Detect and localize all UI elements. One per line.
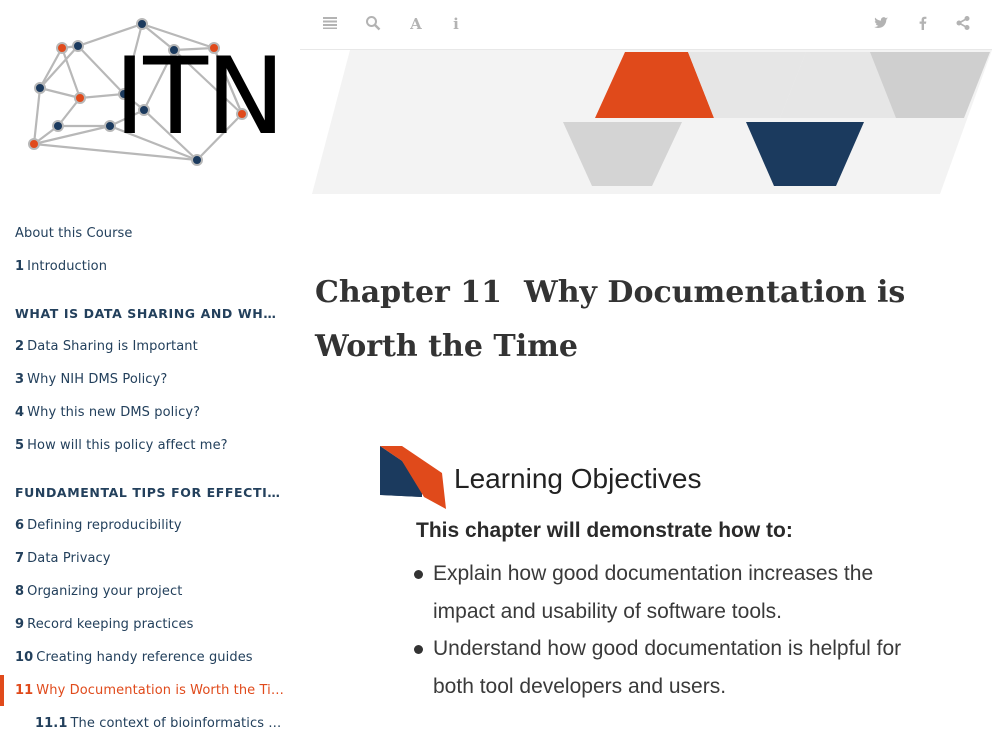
- toc-item-label: Defining reproducibility: [27, 518, 182, 533]
- toc-item-number: 5: [15, 438, 25, 453]
- toc-item-number: 11.1: [35, 716, 68, 731]
- toc-item-label: The context of bioinformatics tool...: [70, 716, 285, 731]
- toc-item-number: 7: [15, 551, 25, 566]
- toc-item-number: 3: [15, 372, 25, 387]
- toc-item-number: 8: [15, 584, 25, 599]
- toc-item-number: 1: [15, 259, 25, 274]
- toc-item-label: Data Sharing is Important: [27, 339, 198, 354]
- toc-item-number: 6: [15, 518, 25, 533]
- info-icon[interactable]: i: [447, 15, 465, 33]
- font-icon[interactable]: A: [407, 15, 425, 33]
- toc-item-data-sharing[interactable]: 2 Data Sharing is Important: [15, 330, 287, 363]
- toc-item-label: Why Documentation is Worth the Time: [36, 683, 287, 698]
- toc-item-policy-affect[interactable]: 5 How will this policy affect me?: [15, 429, 287, 462]
- toc-item-label: Why NIH DMS Policy?: [27, 372, 168, 387]
- objective-item: Explain how good documentation increases…: [414, 555, 914, 630]
- toc-item-label: About this Course: [15, 226, 133, 241]
- toc-item-introduction[interactable]: 1 Introduction: [15, 250, 287, 283]
- share-icon[interactable]: [954, 15, 972, 33]
- toc-item-new-dms[interactable]: 4 Why this new DMS policy?: [15, 396, 287, 429]
- toc-section-data-sharing[interactable]: WHAT IS DATA SHARING AND WHY IS I...: [15, 297, 283, 330]
- objective-item: Understand how good documentation is hel…: [414, 630, 914, 705]
- banner-graphic: [312, 50, 992, 194]
- facebook-icon[interactable]: [914, 15, 932, 33]
- objectives-list: Explain how good documentation increases…: [414, 555, 914, 705]
- objective-text: Understand how good documentation is hel…: [433, 637, 902, 698]
- logo-text: ITN: [114, 35, 285, 158]
- toc-item-number: 11: [15, 683, 34, 698]
- objectives-heading: Learning Objectives: [454, 463, 702, 494]
- chapter-number: Chapter 11: [315, 275, 503, 310]
- active-indicator: [0, 675, 4, 706]
- objectives-subheading: This chapter will demonstrate how to:: [416, 519, 793, 542]
- toc-item-number: 2: [15, 339, 25, 354]
- toc-item-label: Record keeping practices: [27, 617, 194, 632]
- menu-icon[interactable]: [321, 15, 339, 33]
- toc-item-data-privacy[interactable]: 7 Data Privacy: [15, 542, 287, 575]
- twitter-icon[interactable]: [872, 15, 890, 33]
- toc-section-fundamental-tips[interactable]: FUNDAMENTAL TIPS FOR EFFECTIVE D...: [15, 476, 283, 509]
- search-icon[interactable]: [364, 15, 382, 33]
- chapter-title: Chapter 11 Why Documentation is Worth the…: [315, 266, 975, 374]
- toc-subitem-context[interactable]: 11.1 The context of bioinformatics tool..…: [35, 707, 285, 740]
- toc-item-number: 4: [15, 405, 25, 420]
- toc-item-label: Introduction: [27, 259, 108, 274]
- toc-item-documentation-active[interactable]: 11 Why Documentation is Worth the Time: [15, 674, 287, 707]
- toc-item-label: Organizing your project: [27, 584, 183, 599]
- toc-item-about[interactable]: About this Course: [15, 217, 287, 250]
- toc-item-number: 9: [15, 617, 25, 632]
- bullet-icon: [414, 570, 423, 579]
- toc-item-label: Why this new DMS policy?: [27, 405, 201, 420]
- toc-item-number: 10: [15, 650, 34, 665]
- toc-item-reproducibility[interactable]: 6 Defining reproducibility: [15, 509, 287, 542]
- toc-item-label: Data Privacy: [27, 551, 111, 566]
- toc-item-reference-guides[interactable]: 10 Creating handy reference guides: [15, 641, 287, 674]
- toc-item-label: Creating handy reference guides: [36, 650, 253, 665]
- bullet-icon: [414, 645, 423, 654]
- chapter-banner: [300, 50, 992, 198]
- sidebar: ITN About this Course 1 Introduction WHAT…: [0, 0, 300, 744]
- itn-logo[interactable]: ITN: [22, 14, 285, 174]
- objectives-chevron-icon: [380, 446, 446, 509]
- learning-objectives: Learning Objectives This chapter will de…: [380, 440, 940, 720]
- book-toolbar: A i: [300, 0, 992, 50]
- toc-item-organizing[interactable]: 8 Organizing your project: [15, 575, 287, 608]
- toc-item-nih-dms[interactable]: 3 Why NIH DMS Policy?: [15, 363, 287, 396]
- toc-item-label: How will this policy affect me?: [27, 438, 228, 453]
- toc-item-record-keeping[interactable]: 9 Record keeping practices: [15, 608, 287, 641]
- objective-text: Explain how good documentation increases…: [433, 562, 874, 623]
